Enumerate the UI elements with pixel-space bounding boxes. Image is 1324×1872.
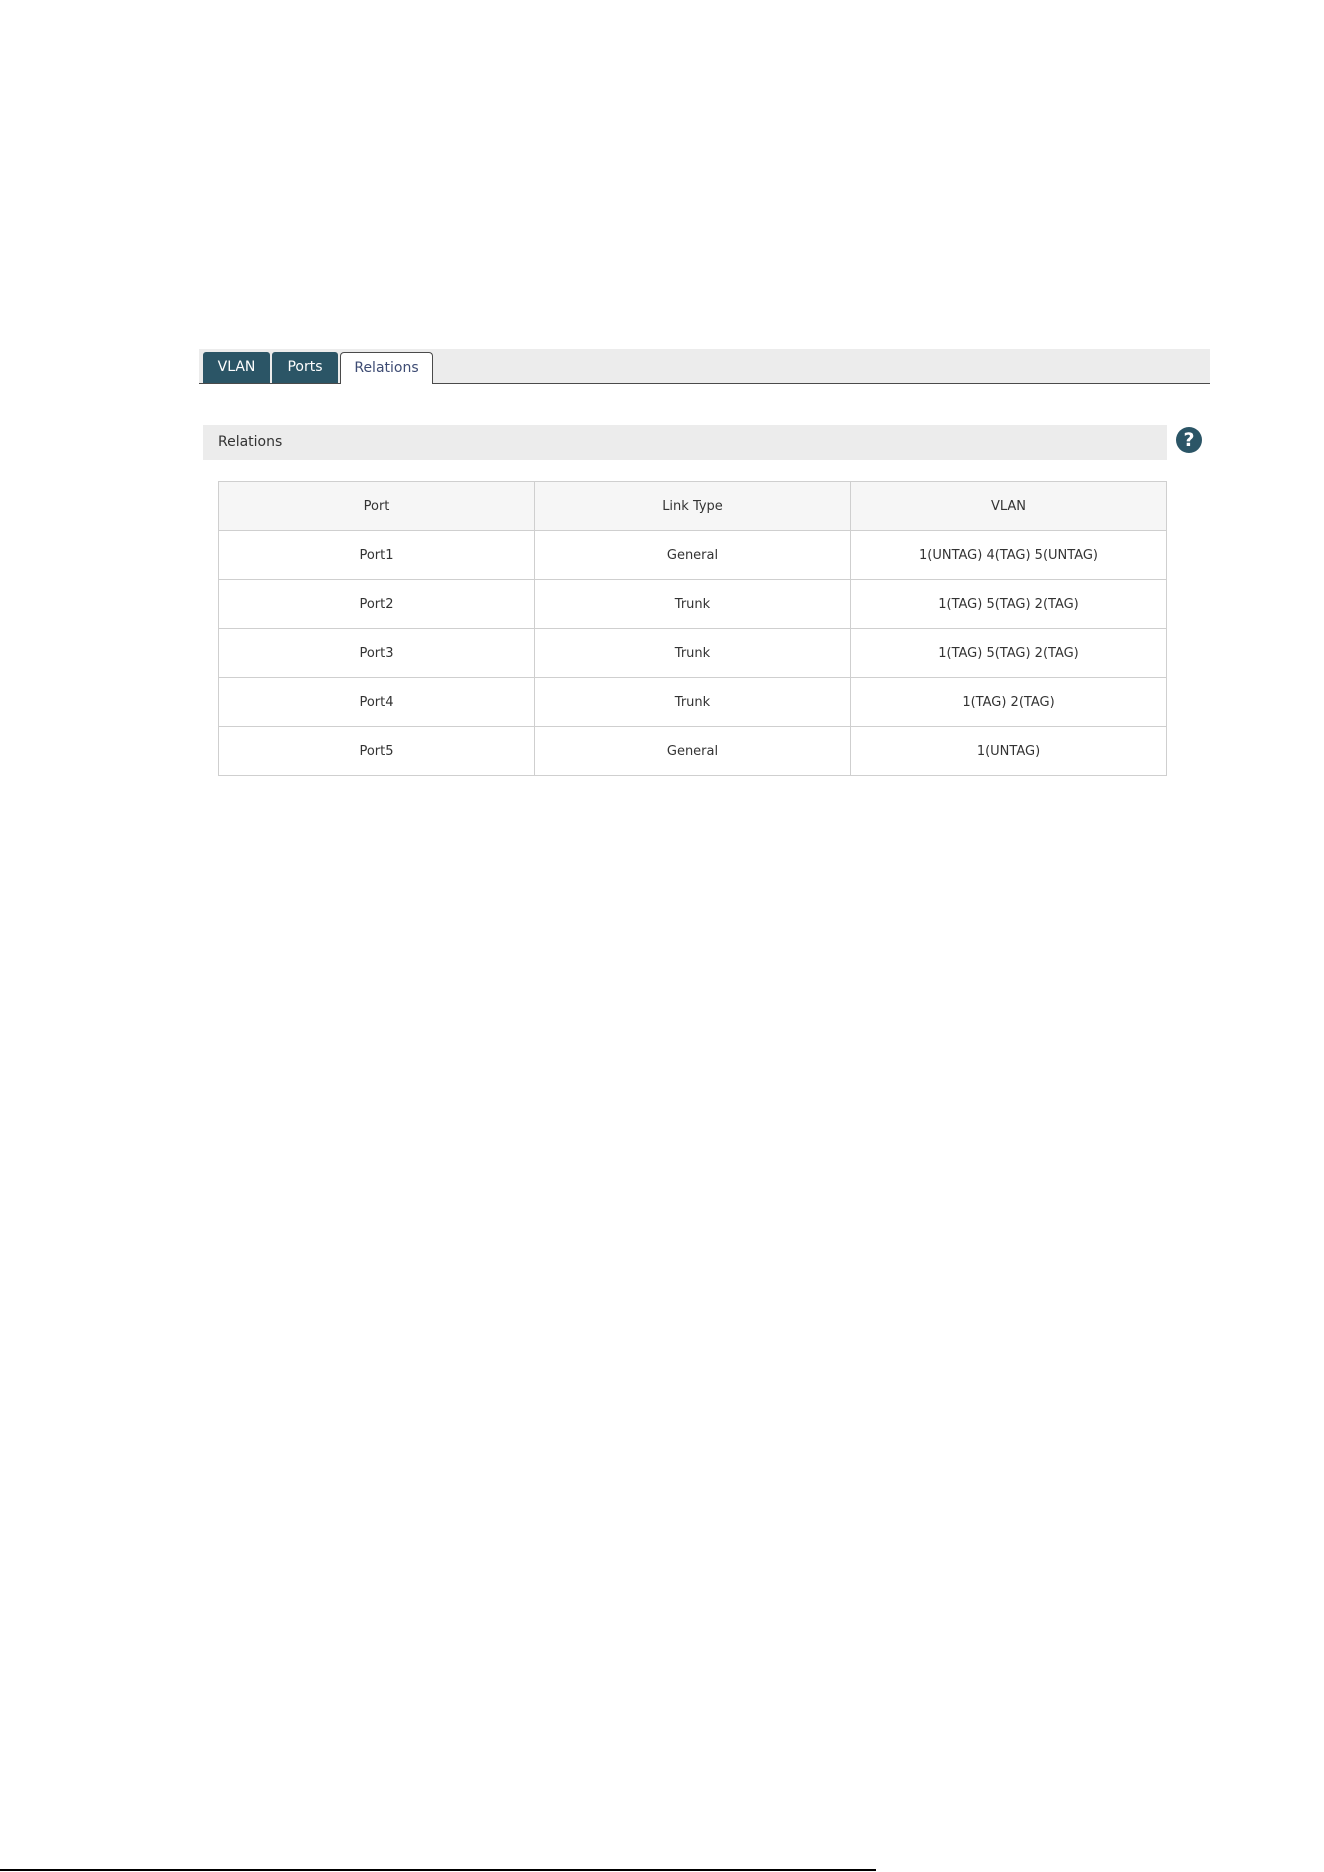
cell-vlan: 1(UNTAG) 4(TAG) 5(UNTAG) [850, 530, 1167, 580]
tab-bar: VLAN Ports Relations [199, 349, 1210, 384]
cell-link-type: Trunk [534, 628, 851, 678]
section-title: Relations [218, 434, 283, 450]
table-row: Port5 General 1(UNTAG) [218, 726, 1167, 776]
tab-relations[interactable]: Relations [340, 352, 433, 384]
tab-vlan[interactable]: VLAN [203, 352, 270, 383]
cell-port: Port4 [218, 677, 535, 727]
table-header-row: Port Link Type VLAN [218, 481, 1167, 531]
table-row: Port3 Trunk 1(TAG) 5(TAG) 2(TAG) [218, 628, 1167, 678]
tab-ports[interactable]: Ports [272, 352, 338, 383]
cell-link-type: General [534, 530, 851, 580]
column-header-link-type: Link Type [534, 481, 851, 531]
table-row: Port2 Trunk 1(TAG) 5(TAG) 2(TAG) [218, 579, 1167, 629]
cell-link-type: Trunk [534, 677, 851, 727]
cell-link-type: Trunk [534, 579, 851, 629]
column-header-vlan: VLAN [850, 481, 1167, 531]
cell-port: Port5 [218, 726, 535, 776]
footer-divider [0, 1869, 876, 1871]
cell-vlan: 1(UNTAG) [850, 726, 1167, 776]
cell-vlan: 1(TAG) 5(TAG) 2(TAG) [850, 628, 1167, 678]
cell-link-type: General [534, 726, 851, 776]
cell-port: Port3 [218, 628, 535, 678]
table-row: Port4 Trunk 1(TAG) 2(TAG) [218, 677, 1167, 727]
help-icon[interactable]: ? [1176, 427, 1202, 453]
table-row: Port1 General 1(UNTAG) 4(TAG) 5(UNTAG) [218, 530, 1167, 580]
cell-vlan: 1(TAG) 2(TAG) [850, 677, 1167, 727]
page: VLAN Ports Relations Relations ? Port Li… [0, 0, 1324, 1872]
column-header-port: Port [218, 481, 535, 531]
section-header: Relations [203, 425, 1167, 460]
relations-table: Port Link Type VLAN Port1 General 1(UNTA… [218, 481, 1167, 776]
cell-vlan: 1(TAG) 5(TAG) 2(TAG) [850, 579, 1167, 629]
cell-port: Port2 [218, 579, 535, 629]
cell-port: Port1 [218, 530, 535, 580]
